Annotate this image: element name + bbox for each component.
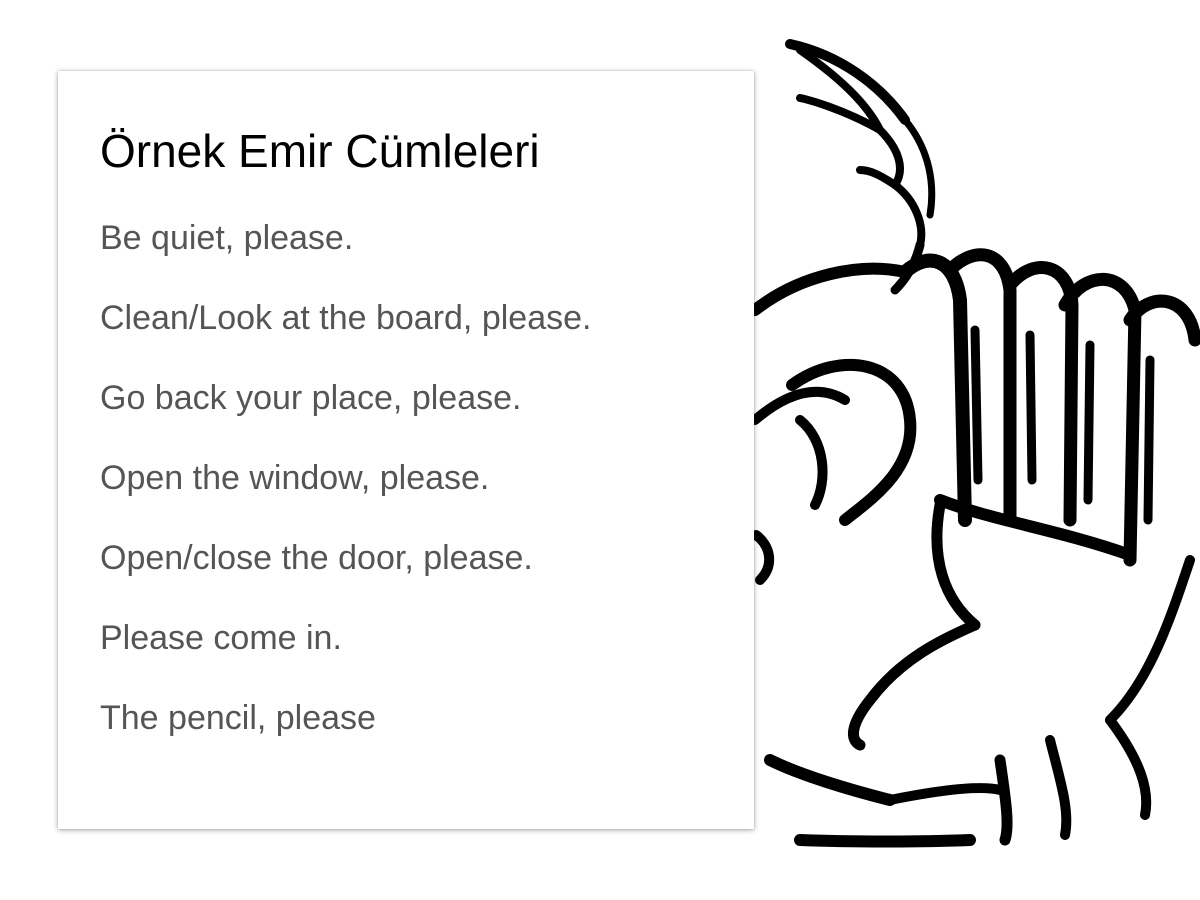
- list-item: Go back your place, please.: [100, 379, 522, 417]
- cartoon-hand-behind-ear-icon: [749, 39, 1200, 848]
- list-item: Open/close the door, please.: [100, 539, 533, 577]
- slide-card: Örnek Emir Cümleleri Be quiet, please. C…: [58, 71, 754, 829]
- list-item: The pencil, please: [100, 699, 376, 737]
- sentence-list: Be quiet, please. Clean/Look at the boar…: [100, 213, 754, 743]
- slide-title: Örnek Emir Cümleleri: [100, 125, 540, 177]
- list-item: Be quiet, please.: [100, 219, 354, 257]
- list-item: Open the window, please.: [100, 459, 490, 497]
- list-item: Clean/Look at the board, please.: [100, 299, 592, 337]
- list-item: Please come in.: [100, 619, 342, 657]
